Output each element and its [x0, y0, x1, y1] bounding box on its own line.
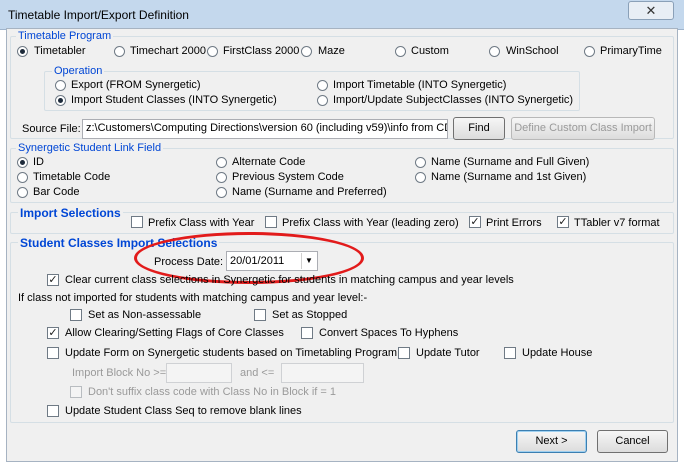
and-label: and <= — [240, 367, 275, 379]
prefix-class-year-label[interactable]: Prefix Class with Year — [148, 217, 254, 229]
radio-id[interactable] — [17, 157, 28, 168]
update-tutor-checkbox[interactable] — [398, 347, 410, 359]
update-seq-checkbox[interactable] — [47, 405, 59, 417]
import-block-min-input[interactable] — [166, 363, 232, 383]
radio-firstclass-2000[interactable] — [207, 46, 218, 57]
radio-timechart-2000[interactable] — [114, 46, 125, 57]
not-imported-text: If class not imported for students with … — [18, 292, 368, 304]
set-stopped-checkbox[interactable] — [254, 309, 266, 321]
update-house-checkbox[interactable] — [504, 347, 516, 359]
clear-current-checkbox[interactable]: ✓ — [47, 274, 59, 286]
convert-spaces-checkbox[interactable] — [301, 327, 313, 339]
radio-winschool[interactable] — [489, 46, 500, 57]
radio-import-update-subjectclasses[interactable] — [317, 95, 328, 106]
print-errors-checkbox[interactable]: ✓ — [469, 216, 481, 228]
allow-clearing-checkbox[interactable]: ✓ — [47, 327, 59, 339]
radio-previous-system-code-label[interactable]: Previous System Code — [232, 171, 344, 183]
prefix-class-year-leading-zero-label[interactable]: Prefix Class with Year (leading zero) — [282, 217, 459, 229]
clear-current-label[interactable]: Clear current class selections in Synerg… — [65, 274, 514, 286]
radio-import-timetable[interactable] — [317, 80, 328, 91]
radio-import-student-classes-label[interactable]: Import Student Classes (INTO Synergetic) — [71, 94, 277, 106]
link-field-title: Synergetic Student Link Field — [16, 142, 164, 154]
radio-maze[interactable] — [301, 46, 312, 57]
convert-spaces-label[interactable]: Convert Spaces To Hyphens — [319, 327, 458, 339]
radio-id-label[interactable]: ID — [33, 156, 44, 168]
update-seq-label[interactable]: Update Student Class Seq to remove blank… — [65, 405, 302, 417]
import-selections-title: Import Selections — [18, 206, 123, 220]
radio-alternate-code-label[interactable]: Alternate Code — [232, 156, 305, 168]
import-block-max-input[interactable] — [281, 363, 364, 383]
set-non-assessable-checkbox[interactable] — [70, 309, 82, 321]
radio-maze-label[interactable]: Maze — [318, 45, 345, 57]
radio-import-update-subjectclasses-label[interactable]: Import/Update SubjectClasses (INTO Syner… — [333, 94, 573, 106]
radio-name-surname-preferred-label[interactable]: Name (Surname and Preferred) — [232, 186, 387, 198]
update-house-label[interactable]: Update House — [522, 347, 592, 359]
radio-timechart-2000-label[interactable]: Timechart 2000 — [130, 45, 206, 57]
radio-import-timetable-label[interactable]: Import Timetable (INTO Synergetic) — [333, 79, 506, 91]
operation-title: Operation — [52, 65, 105, 77]
close-button[interactable]: ✕ — [628, 1, 674, 20]
find-button[interactable]: Find — [453, 117, 505, 140]
radio-firstclass-2000-label[interactable]: FirstClass 2000 — [223, 45, 299, 57]
radio-primarytime[interactable] — [584, 46, 595, 57]
source-file-label: Source File: — [22, 123, 81, 135]
radio-name-surname-1st-given-label[interactable]: Name (Surname and 1st Given) — [431, 171, 586, 183]
allow-clearing-label[interactable]: Allow Clearing/Setting Flags of Core Cla… — [65, 327, 284, 339]
update-form-label[interactable]: Update Form on Synergetic students based… — [65, 347, 397, 359]
radio-name-surname-full-given-label[interactable]: Name (Surname and Full Given) — [431, 156, 589, 168]
radio-previous-system-code[interactable] — [216, 172, 227, 183]
set-non-assessable-label[interactable]: Set as Non-assessable — [88, 309, 201, 321]
cancel-button[interactable]: Cancel — [597, 430, 668, 453]
print-errors-label[interactable]: Print Errors — [486, 217, 542, 229]
radio-bar-code[interactable] — [17, 187, 28, 198]
radio-name-surname-1st-given[interactable] — [415, 172, 426, 183]
dont-suffix-checkbox[interactable] — [70, 386, 82, 398]
radio-custom[interactable] — [395, 46, 406, 57]
window-title: Timetable Import/Export Definition — [8, 8, 189, 22]
radio-timetable-code-label[interactable]: Timetable Code — [33, 171, 110, 183]
update-form-checkbox[interactable] — [47, 347, 59, 359]
radio-custom-label[interactable]: Custom — [411, 45, 449, 57]
radio-timetabler[interactable] — [17, 46, 28, 57]
timetable-program-title: Timetable Program — [16, 30, 114, 42]
update-tutor-label[interactable]: Update Tutor — [416, 347, 480, 359]
prefix-class-year-leading-zero-checkbox[interactable] — [265, 216, 277, 228]
radio-import-student-classes[interactable] — [55, 95, 66, 106]
set-stopped-label[interactable]: Set as Stopped — [272, 309, 347, 321]
radio-name-surname-preferred[interactable] — [216, 187, 227, 198]
source-file-input[interactable]: z:\Customers\Computing Directions\versio… — [82, 119, 448, 139]
radio-winschool-label[interactable]: WinSchool — [506, 45, 559, 57]
ttabler-v7-format-checkbox[interactable]: ✓ — [557, 216, 569, 228]
radio-export[interactable] — [55, 80, 66, 91]
radio-primarytime-label[interactable]: PrimaryTime — [600, 45, 662, 57]
radio-bar-code-label[interactable]: Bar Code — [33, 186, 79, 198]
radio-timetabler-label[interactable]: Timetabler — [34, 45, 86, 57]
radio-export-label[interactable]: Export (FROM Synergetic) — [71, 79, 201, 91]
ttabler-v7-format-label[interactable]: TTabler v7 format — [574, 217, 660, 229]
radio-timetable-code[interactable] — [17, 172, 28, 183]
prefix-class-year-checkbox[interactable] — [131, 216, 143, 228]
import-block-label: Import Block No >= — [72, 367, 167, 379]
dont-suffix-label[interactable]: Don't suffix class code with Class No in… — [88, 386, 336, 398]
radio-alternate-code[interactable] — [216, 157, 227, 168]
next-button[interactable]: Next > — [516, 430, 587, 453]
radio-name-surname-full-given[interactable] — [415, 157, 426, 168]
define-custom-class-import-button[interactable]: Define Custom Class Import — [511, 117, 655, 140]
close-icon: ✕ — [645, 3, 657, 18]
